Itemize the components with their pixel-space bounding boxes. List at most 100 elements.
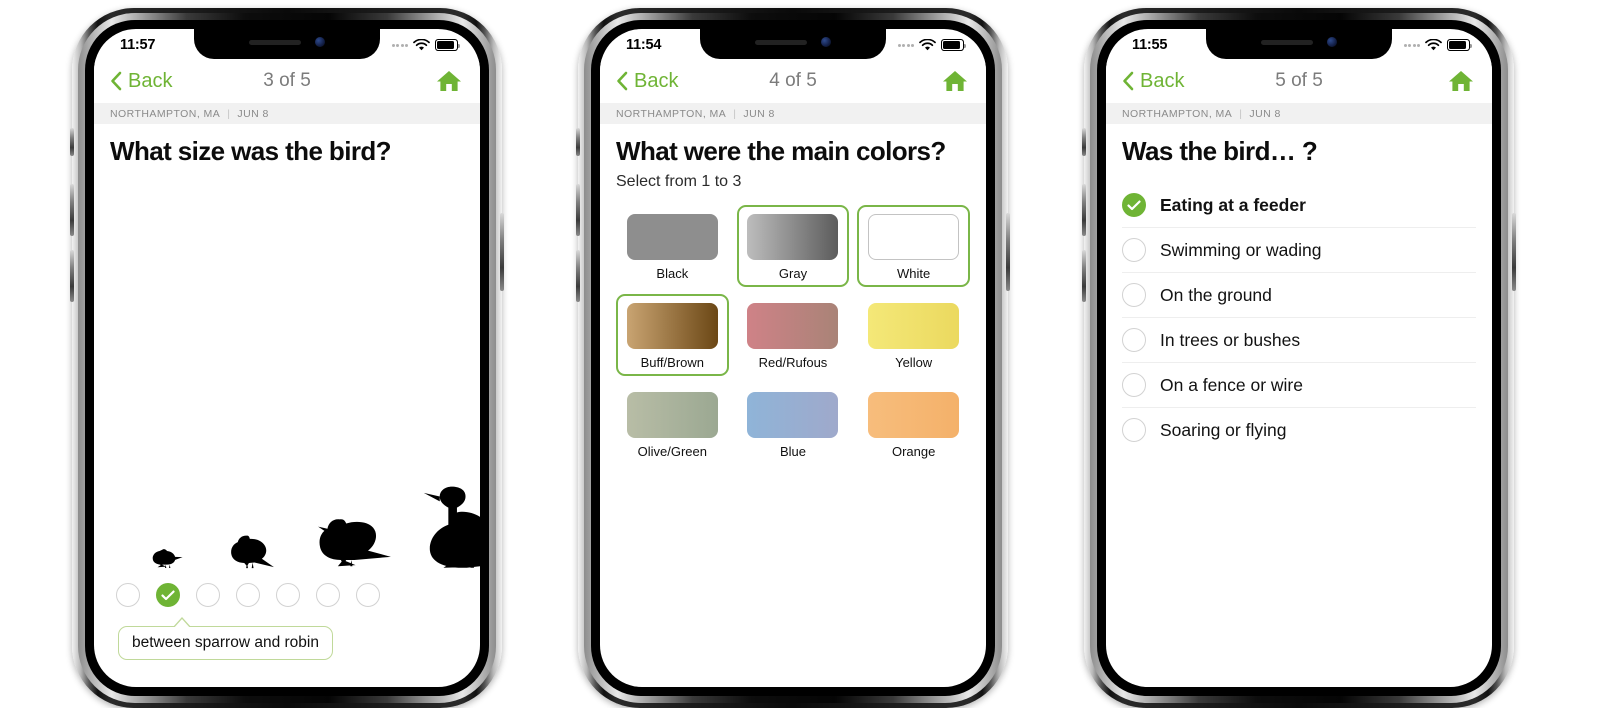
color-option-blue[interactable]: Blue <box>737 383 850 465</box>
back-button[interactable]: Back <box>1122 70 1184 93</box>
wifi-icon <box>413 39 430 51</box>
behavior-option-row[interactable]: Swimming or wading <box>1122 228 1476 273</box>
volume-down-button[interactable] <box>70 250 74 302</box>
size-dot-4[interactable] <box>236 583 260 607</box>
signal-dots-icon <box>391 43 408 47</box>
date-text: JUN 8 <box>1249 107 1281 120</box>
status-indicators <box>897 39 967 51</box>
power-button[interactable] <box>500 213 504 291</box>
color-option-black[interactable]: Black <box>616 205 729 287</box>
home-button[interactable] <box>1448 69 1474 93</box>
color-option-olive-green[interactable]: Olive/Green <box>616 383 729 465</box>
status-time: 11:57 <box>120 37 156 53</box>
nav-bar: Back 3 of 5 <box>94 59 480 103</box>
nav-bar: Back 4 of 5 <box>600 59 986 103</box>
check-icon <box>161 590 175 600</box>
size-dot-7[interactable] <box>356 583 380 607</box>
behavior-option-row[interactable]: In trees or bushes <box>1122 318 1476 363</box>
behavior-option-label: On the ground <box>1160 284 1272 305</box>
date-text: JUN 8 <box>743 107 775 120</box>
color-option-orange[interactable]: Orange <box>857 383 970 465</box>
back-button[interactable]: Back <box>110 70 172 93</box>
crow-silhouette-icon <box>318 519 391 567</box>
volume-up-button[interactable] <box>70 184 74 236</box>
size-dot-1[interactable] <box>116 583 140 607</box>
size-callout: between sparrow and robin <box>118 616 333 660</box>
page-title: What size was the bird? <box>110 136 392 166</box>
radio-unselected[interactable] <box>1122 328 1146 352</box>
color-option-white[interactable]: White <box>857 205 970 287</box>
color-label: Gray <box>778 266 808 281</box>
battery-icon <box>1447 39 1473 51</box>
location-text: NORTHAMPTON, MA <box>1122 107 1233 120</box>
color-option-red-rufous[interactable]: Red/Rufous <box>737 294 850 376</box>
size-dot-5[interactable] <box>276 583 300 607</box>
location-divider: | <box>733 107 737 120</box>
radio-unselected[interactable] <box>1122 238 1146 262</box>
color-label: Black <box>656 266 689 281</box>
behavior-option-row[interactable]: On a fence or wire <box>1122 363 1476 408</box>
behavior-option-label: Swimming or wading <box>1160 239 1322 260</box>
color-label: Buff/Brown <box>640 355 704 370</box>
behavior-option-row[interactable]: Eating at a feeder <box>1122 183 1476 228</box>
behavior-option-row[interactable]: On the ground <box>1122 273 1476 318</box>
size-scale-dots <box>116 583 380 607</box>
location-divider: | <box>227 107 231 120</box>
earpiece-speaker-icon <box>1261 39 1313 45</box>
location-text: NORTHAMPTON, MA <box>616 107 727 120</box>
size-dot-6[interactable] <box>316 583 340 607</box>
back-button[interactable]: Back <box>616 70 678 93</box>
signal-dots-icon <box>897 43 914 47</box>
size-dot-2-selected[interactable] <box>156 583 180 607</box>
home-button[interactable] <box>942 69 968 93</box>
location-divider: | <box>1239 107 1243 120</box>
radio-unselected[interactable] <box>1122 373 1146 397</box>
notch <box>194 29 380 59</box>
phone-screen: 11:54 Back 4 of 5 NORTHAMPTON, MA | JUN … <box>600 29 986 687</box>
size-dot-3[interactable] <box>196 583 220 607</box>
wifi-icon <box>919 39 936 51</box>
silent-switch[interactable] <box>70 128 74 156</box>
phone-screen: 11:55 Back 5 of 5 NORTHAMPTON, MA | JUN … <box>1106 29 1492 687</box>
notch <box>700 29 886 59</box>
color-swatch <box>868 392 960 438</box>
power-button[interactable] <box>1006 213 1010 291</box>
home-button[interactable] <box>436 69 462 93</box>
behavior-option-row[interactable]: Soaring or flying <box>1122 408 1476 452</box>
silent-switch[interactable] <box>1082 128 1086 156</box>
volume-up-button[interactable] <box>1082 184 1086 236</box>
color-option-buff-brown[interactable]: Buff/Brown <box>616 294 729 376</box>
radio-unselected[interactable] <box>1122 283 1146 307</box>
color-label: White <box>897 266 931 281</box>
power-button[interactable] <box>1512 213 1516 291</box>
volume-up-button[interactable] <box>576 184 580 236</box>
color-label: Red/Rufous <box>758 355 828 370</box>
color-label: Yellow <box>895 355 933 370</box>
volume-down-button[interactable] <box>1082 250 1086 302</box>
color-label: Orange <box>891 444 936 459</box>
back-label: Back <box>128 69 173 92</box>
behavior-option-label: On a fence or wire <box>1160 374 1303 395</box>
front-camera-icon <box>315 37 325 47</box>
radio-selected[interactable] <box>1122 193 1146 217</box>
behavior-option-label: Soaring or flying <box>1160 419 1287 440</box>
question-content: Was the bird… ? Eating at a feeder Swimmi… <box>1106 136 1492 452</box>
earpiece-speaker-icon <box>249 39 301 45</box>
color-option-gray[interactable]: Gray <box>736 205 850 287</box>
page-title: Was the bird… ? <box>1122 136 1318 166</box>
color-swatch <box>626 214 718 260</box>
silent-switch[interactable] <box>576 128 580 156</box>
question-content: What size was the bird? <box>94 136 480 167</box>
front-camera-icon <box>821 37 831 47</box>
color-swatch <box>868 214 960 260</box>
location-text: NORTHAMPTON, MA <box>110 107 221 120</box>
back-label: Back <box>1140 69 1185 92</box>
radio-unselected[interactable] <box>1122 418 1146 442</box>
goose-silhouette-icon <box>423 486 480 568</box>
phone-color-question: 11:54 Back 4 of 5 NORTHAMPTON, MA | JUN … <box>576 8 1010 708</box>
volume-down-button[interactable] <box>576 250 580 302</box>
page-title: What were the main colors? <box>616 136 946 166</box>
behavior-option-label: In trees or bushes <box>1160 329 1301 350</box>
color-swatch <box>747 214 839 260</box>
color-option-yellow[interactable]: Yellow <box>857 294 970 376</box>
